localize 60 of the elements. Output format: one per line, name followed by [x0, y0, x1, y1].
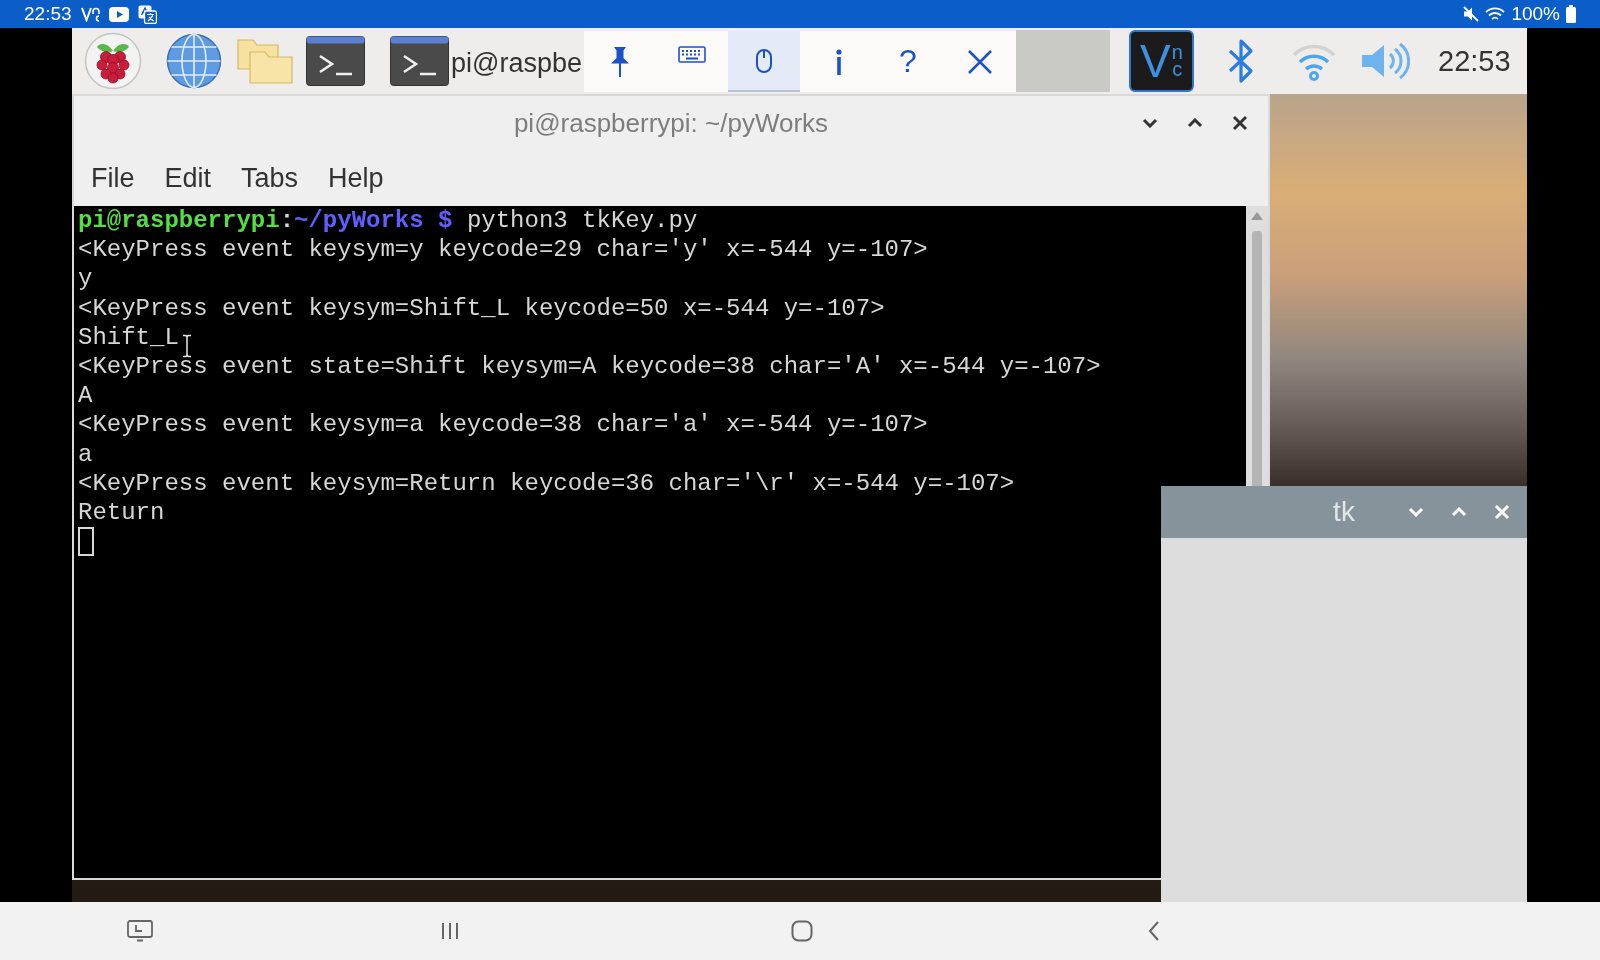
close-icon — [1494, 504, 1510, 520]
command-text: python3 tkKey.py — [466, 207, 698, 234]
play-icon — [108, 6, 129, 22]
mouse-icon — [756, 48, 772, 73]
home-icon — [791, 920, 813, 942]
prompt-user: pi@raspberrypi — [78, 207, 280, 234]
screen-icon — [127, 920, 153, 942]
window-title: pi@raspberrypi: ~/pyWorks — [513, 107, 829, 139]
output-line: <KeyPress event keysym=a keycode=38 char='a' x=-544 y=-107> — [78, 410, 928, 440]
translate-icon — [137, 4, 157, 24]
globe-icon — [166, 33, 222, 89]
close-icon — [967, 48, 993, 75]
output-line: A — [78, 381, 93, 411]
chevron-up-icon — [1451, 507, 1467, 517]
pin-icon — [609, 45, 631, 78]
close-icon — [1232, 115, 1248, 131]
prompt-path: ~/pyWorks $ — [294, 207, 453, 234]
taskbar-window-button[interactable]: pi@raspbe — [390, 30, 584, 92]
menu-button[interactable] — [84, 32, 142, 90]
help-button[interactable]: ? — [872, 31, 944, 92]
text-cursor-icon — [78, 527, 94, 557]
speaker-icon — [1360, 41, 1410, 81]
app-logo-icon — [80, 6, 100, 22]
mute-icon — [1463, 6, 1480, 22]
ibeam-cursor-icon — [182, 334, 192, 358]
battery-percent: 100% — [1511, 3, 1560, 25]
recents-icon — [440, 922, 460, 940]
raspberry-icon — [84, 32, 142, 90]
output-line: <KeyPress event state=Shift keysym=A keycode=38 char='A' x=-544 y=-107> — [78, 351, 1101, 382]
battery-icon — [1566, 5, 1576, 23]
output-line: y — [78, 264, 93, 294]
folders-icon — [236, 37, 294, 85]
browser-button[interactable] — [166, 33, 222, 89]
wifi-icon — [1485, 6, 1506, 22]
menu-item[interactable]: Edit — [164, 162, 212, 194]
scrollbar-track[interactable] — [1246, 206, 1268, 486]
window-title: tk — [1333, 496, 1355, 528]
menu-item[interactable]: Tabs — [241, 162, 299, 194]
output-line: Return — [78, 497, 165, 528]
menu-item[interactable]: Help — [328, 162, 384, 194]
keyboard-icon — [678, 46, 706, 63]
prompt-separator: : — [279, 207, 295, 234]
chevron-down-icon — [1408, 507, 1424, 517]
chevron-up-icon — [1187, 118, 1203, 128]
output-line: Shift_L — [78, 322, 179, 352]
menu-item[interactable]: File — [91, 162, 135, 194]
output-line: <KeyPress event keysym=y keycode=29 char='y' x=-544 y=-107> — [78, 235, 928, 265]
scrollbar-thumb[interactable] — [1252, 231, 1262, 486]
output-line: a — [78, 439, 93, 469]
status-time: 22:53 — [24, 3, 72, 25]
back-icon — [1148, 920, 1160, 942]
output-line: <KeyPress event keysym=Return keycode=36 char='\r' x=-544 y=-107> — [78, 468, 1015, 498]
terminal-launcher-button[interactable] — [306, 36, 365, 86]
output-line: <KeyPress event keysym=Shift_L keycode=50 x=-544 y=-107> — [78, 293, 885, 323]
chevron-down-icon — [1142, 118, 1158, 128]
terminal-icon — [390, 36, 449, 86]
mouse-button[interactable] — [728, 31, 800, 92]
taskbar-clock[interactable]: 22:53 — [1438, 44, 1511, 78]
info-icon — [836, 48, 842, 75]
terminal-icon — [306, 36, 365, 86]
